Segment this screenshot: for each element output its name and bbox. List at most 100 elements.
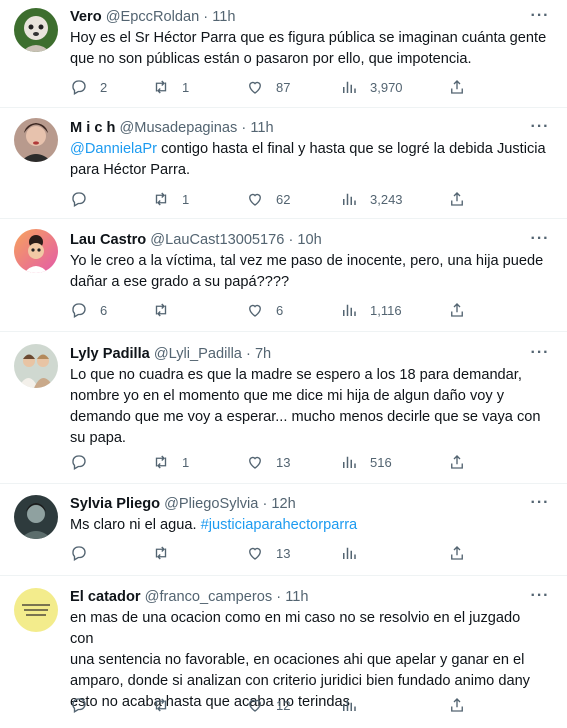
separator-dot: · (276, 589, 282, 605)
retweet-button[interactable]: 1 (152, 452, 189, 472)
reply-button[interactable] (70, 452, 100, 472)
author-handle[interactable]: @LauCast13005176 (150, 232, 284, 248)
timestamp[interactable]: 10h (297, 232, 321, 248)
tweet[interactable]: Sylvia Pliego @PliegoSylvia · 12h ··· Ms… (0, 484, 567, 576)
avatar[interactable] (14, 344, 58, 388)
like-count: 87 (276, 79, 291, 95)
avatar[interactable] (14, 8, 58, 52)
like-count: 62 (276, 191, 291, 207)
tweet[interactable]: El catador @franco_camperos · 11h ··· en… (0, 576, 567, 728)
avatar[interactable] (14, 229, 58, 273)
retweet-button[interactable] (152, 695, 182, 715)
like-button[interactable]: 6 (246, 300, 283, 320)
action-bar: 12 (70, 695, 480, 715)
share-button[interactable] (448, 189, 466, 209)
views-button[interactable]: 516 (340, 452, 392, 472)
retweet-button[interactable]: 1 (152, 77, 189, 97)
reply-icon (72, 455, 86, 470)
reply-count: 6 (100, 302, 108, 318)
more-icon[interactable]: ··· (529, 588, 551, 610)
more-icon[interactable]: ··· (529, 345, 551, 367)
views-button[interactable]: 3,970 (340, 77, 403, 97)
tweet-text: Hoy es el Sr Héctor Parra que es figura … (70, 30, 547, 67)
reply-button[interactable] (70, 543, 100, 563)
views-icon (343, 547, 356, 559)
action-bar: 1 13 516 (70, 452, 480, 472)
retweet-count: 1 (182, 191, 190, 207)
timestamp[interactable]: 12h (271, 496, 295, 512)
retweet-icon (155, 80, 167, 94)
author-handle[interactable]: @franco_camperos (145, 589, 273, 605)
views-button[interactable] (340, 695, 370, 715)
separator-dot: · (246, 346, 251, 362)
author-handle[interactable]: @Musadepaginas (119, 120, 237, 136)
hashtag-link[interactable]: #justiciaparahectorparra (201, 517, 358, 533)
author-name[interactable]: Lyly Padilla (70, 346, 150, 362)
reply-button[interactable]: 2 (70, 77, 107, 97)
tweet[interactable]: M i c h @Musadepaginas · 11h ··· @Dannie… (0, 108, 567, 219)
views-button[interactable]: 3,243 (340, 189, 403, 209)
views-button[interactable] (340, 543, 370, 563)
tweet-header: Sylvia Pliego @PliegoSylvia · 12h (70, 494, 527, 514)
like-count: 13 (276, 454, 291, 470)
timestamp[interactable]: 11h (250, 120, 273, 136)
reply-icon (72, 303, 86, 318)
share-button[interactable] (448, 300, 466, 320)
views-count: 516 (370, 454, 392, 470)
author-handle[interactable]: @PliegoSylvia (164, 496, 258, 512)
share-button[interactable] (448, 452, 466, 472)
tweet-feed: Vero @EpccRoldan · 11h ··· Hoy es el Sr … (0, 0, 567, 728)
share-button[interactable] (448, 695, 466, 715)
reply-button[interactable]: 6 (70, 300, 107, 320)
avatar[interactable] (14, 495, 58, 539)
like-button[interactable]: 62 (246, 189, 290, 209)
tweet[interactable]: Vero @EpccRoldan · 11h ··· Hoy es el Sr … (0, 0, 567, 108)
tweet[interactable]: Lyly Padilla @Lyli_Padilla · 7h ··· Lo q… (0, 332, 567, 484)
like-button[interactable]: 13 (246, 452, 290, 472)
like-button[interactable]: 12 (246, 695, 290, 715)
retweet-button[interactable] (152, 300, 182, 320)
share-button[interactable] (448, 543, 466, 563)
author-name[interactable]: Sylvia Pliego (70, 496, 160, 512)
timestamp[interactable]: 11h (285, 589, 308, 605)
like-icon (249, 456, 261, 469)
share-icon (451, 546, 463, 560)
retweet-button[interactable] (152, 543, 182, 563)
reply-button[interactable] (70, 695, 100, 715)
action-bar: 2 1 87 3,970 (70, 77, 480, 97)
author-name[interactable]: El catador (70, 589, 141, 605)
more-icon[interactable]: ··· (529, 495, 551, 517)
more-icon[interactable]: ··· (529, 119, 551, 141)
like-icon (249, 81, 261, 94)
avatar[interactable] (14, 118, 58, 162)
author-name[interactable]: Lau Castro (70, 232, 146, 248)
tweet-header: Lau Castro @LauCast13005176 · 10h (70, 230, 527, 250)
timestamp[interactable]: 7h (255, 346, 271, 362)
separator-dot: · (203, 9, 209, 25)
retweet-button[interactable]: 1 (152, 189, 189, 209)
share-button[interactable] (448, 77, 466, 97)
more-icon[interactable]: ··· (529, 231, 551, 253)
avatar[interactable] (14, 588, 58, 632)
tweet[interactable]: Lau Castro @LauCast13005176 · 10h ··· Yo… (0, 219, 567, 332)
retweet-icon (155, 546, 167, 560)
tweet-header: El catador @franco_camperos · 11h (70, 587, 527, 607)
author-handle[interactable]: @EpccRoldan (106, 9, 200, 25)
share-icon (451, 303, 463, 317)
share-icon (451, 455, 463, 469)
like-button[interactable]: 13 (246, 543, 290, 563)
views-button[interactable]: 1,116 (340, 300, 402, 320)
more-icon[interactable]: ··· (529, 8, 551, 30)
author-name[interactable]: Vero (70, 9, 102, 25)
author-handle[interactable]: @Lyli_Padilla (154, 346, 242, 362)
retweet-icon (155, 192, 167, 206)
reply-button[interactable] (70, 189, 100, 209)
views-count: 1,116 (370, 302, 402, 318)
tweet-header: Vero @EpccRoldan · 11h (70, 7, 527, 27)
retweet-icon (155, 698, 167, 712)
mention-link[interactable]: @DannielaPr (70, 141, 157, 157)
author-name[interactable]: M i c h (70, 120, 115, 136)
like-button[interactable]: 87 (246, 77, 290, 97)
share-icon (451, 192, 463, 206)
timestamp[interactable]: 11h (212, 9, 235, 25)
